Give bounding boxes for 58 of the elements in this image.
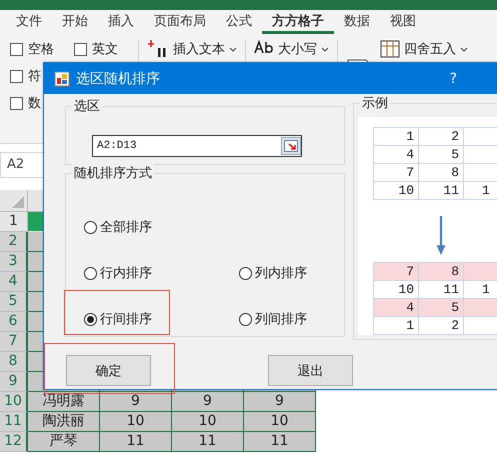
row-number: 5 [0, 292, 28, 312]
row-number: 7 [0, 332, 28, 352]
tool-label: 插入文本 [173, 41, 225, 58]
table-cell: 9 [244, 392, 316, 412]
table-cell: 冯明露 [28, 392, 100, 412]
checkbox-label: 空格 [28, 41, 54, 58]
table-cell: 10 [374, 182, 419, 200]
table-cell: 10 [100, 412, 172, 432]
ribbon-tool[interactable]: 大小写 [254, 40, 329, 62]
dialog-button[interactable]: 退出 [268, 355, 353, 386]
dialog-title: 选区随机排序 [76, 70, 161, 88]
help-button[interactable]: ? [450, 70, 457, 86]
table-cell: 9 [172, 392, 244, 412]
radio-option[interactable]: 行内排序 [84, 264, 152, 282]
radio-option[interactable]: 列内排序 [239, 264, 307, 282]
row-number: 6 [0, 312, 28, 332]
row-number: 3 [0, 252, 28, 272]
table-cell: 2 [419, 317, 464, 335]
group-title: 随机排序方式 [72, 164, 154, 182]
table-cell: 10 [172, 412, 244, 432]
ribbon-tool[interactable]: 插入文本 [147, 40, 237, 62]
group-title: 选区 [72, 97, 102, 115]
ribbon-tab[interactable]: 文件 [6, 10, 52, 34]
checkbox-label: 数 [28, 95, 41, 112]
radio-option[interactable]: 全部排序 [84, 218, 152, 236]
range-field[interactable]: A2:D13 [92, 135, 302, 157]
row-number: 11 [0, 412, 28, 432]
ribbon-tab[interactable]: 页面布局 [144, 10, 216, 34]
row-number: 8 [0, 352, 28, 372]
table-cell: 严琴 [28, 432, 100, 452]
row-number: 4 [0, 272, 28, 292]
table-cell: 陶洪丽 [28, 412, 100, 432]
radio-option[interactable]: 行间排序 [84, 310, 152, 328]
table-cell: 11 [172, 432, 244, 452]
radio-option[interactable]: 列间排序 [239, 310, 307, 328]
ribbon-tab[interactable]: 开始 [52, 10, 98, 34]
table-cell: 11 [100, 432, 172, 452]
row-number: 2 [0, 232, 28, 252]
tool-label: 大小写 [278, 41, 317, 58]
checkbox-label: 英文 [92, 41, 118, 58]
checkbox-label: 符 [28, 68, 41, 85]
table-cell: 11 [244, 432, 316, 452]
table-cell: 9 [100, 392, 172, 412]
row-number: 12 [0, 432, 28, 452]
ribbon-tab[interactable]: 公式 [216, 10, 262, 34]
tool-label: 四舍五入 [404, 41, 456, 58]
row-number: 1 [0, 212, 28, 232]
row-number: 9 [0, 372, 28, 392]
row-number: 10 [0, 392, 28, 412]
dialog-button[interactable]: 确定 [66, 355, 151, 386]
table-cell: 10 [244, 412, 316, 432]
table-cell: 1 [464, 182, 497, 200]
ribbon-tab[interactable]: 数据 [334, 10, 380, 34]
table-cell: 11 [419, 182, 464, 200]
table-cell: 1 [374, 317, 419, 335]
ribbon-tab[interactable]: 插入 [98, 10, 144, 34]
ribbon-tab[interactable]: 视图 [380, 10, 426, 34]
group-title: 示例 [360, 94, 390, 112]
